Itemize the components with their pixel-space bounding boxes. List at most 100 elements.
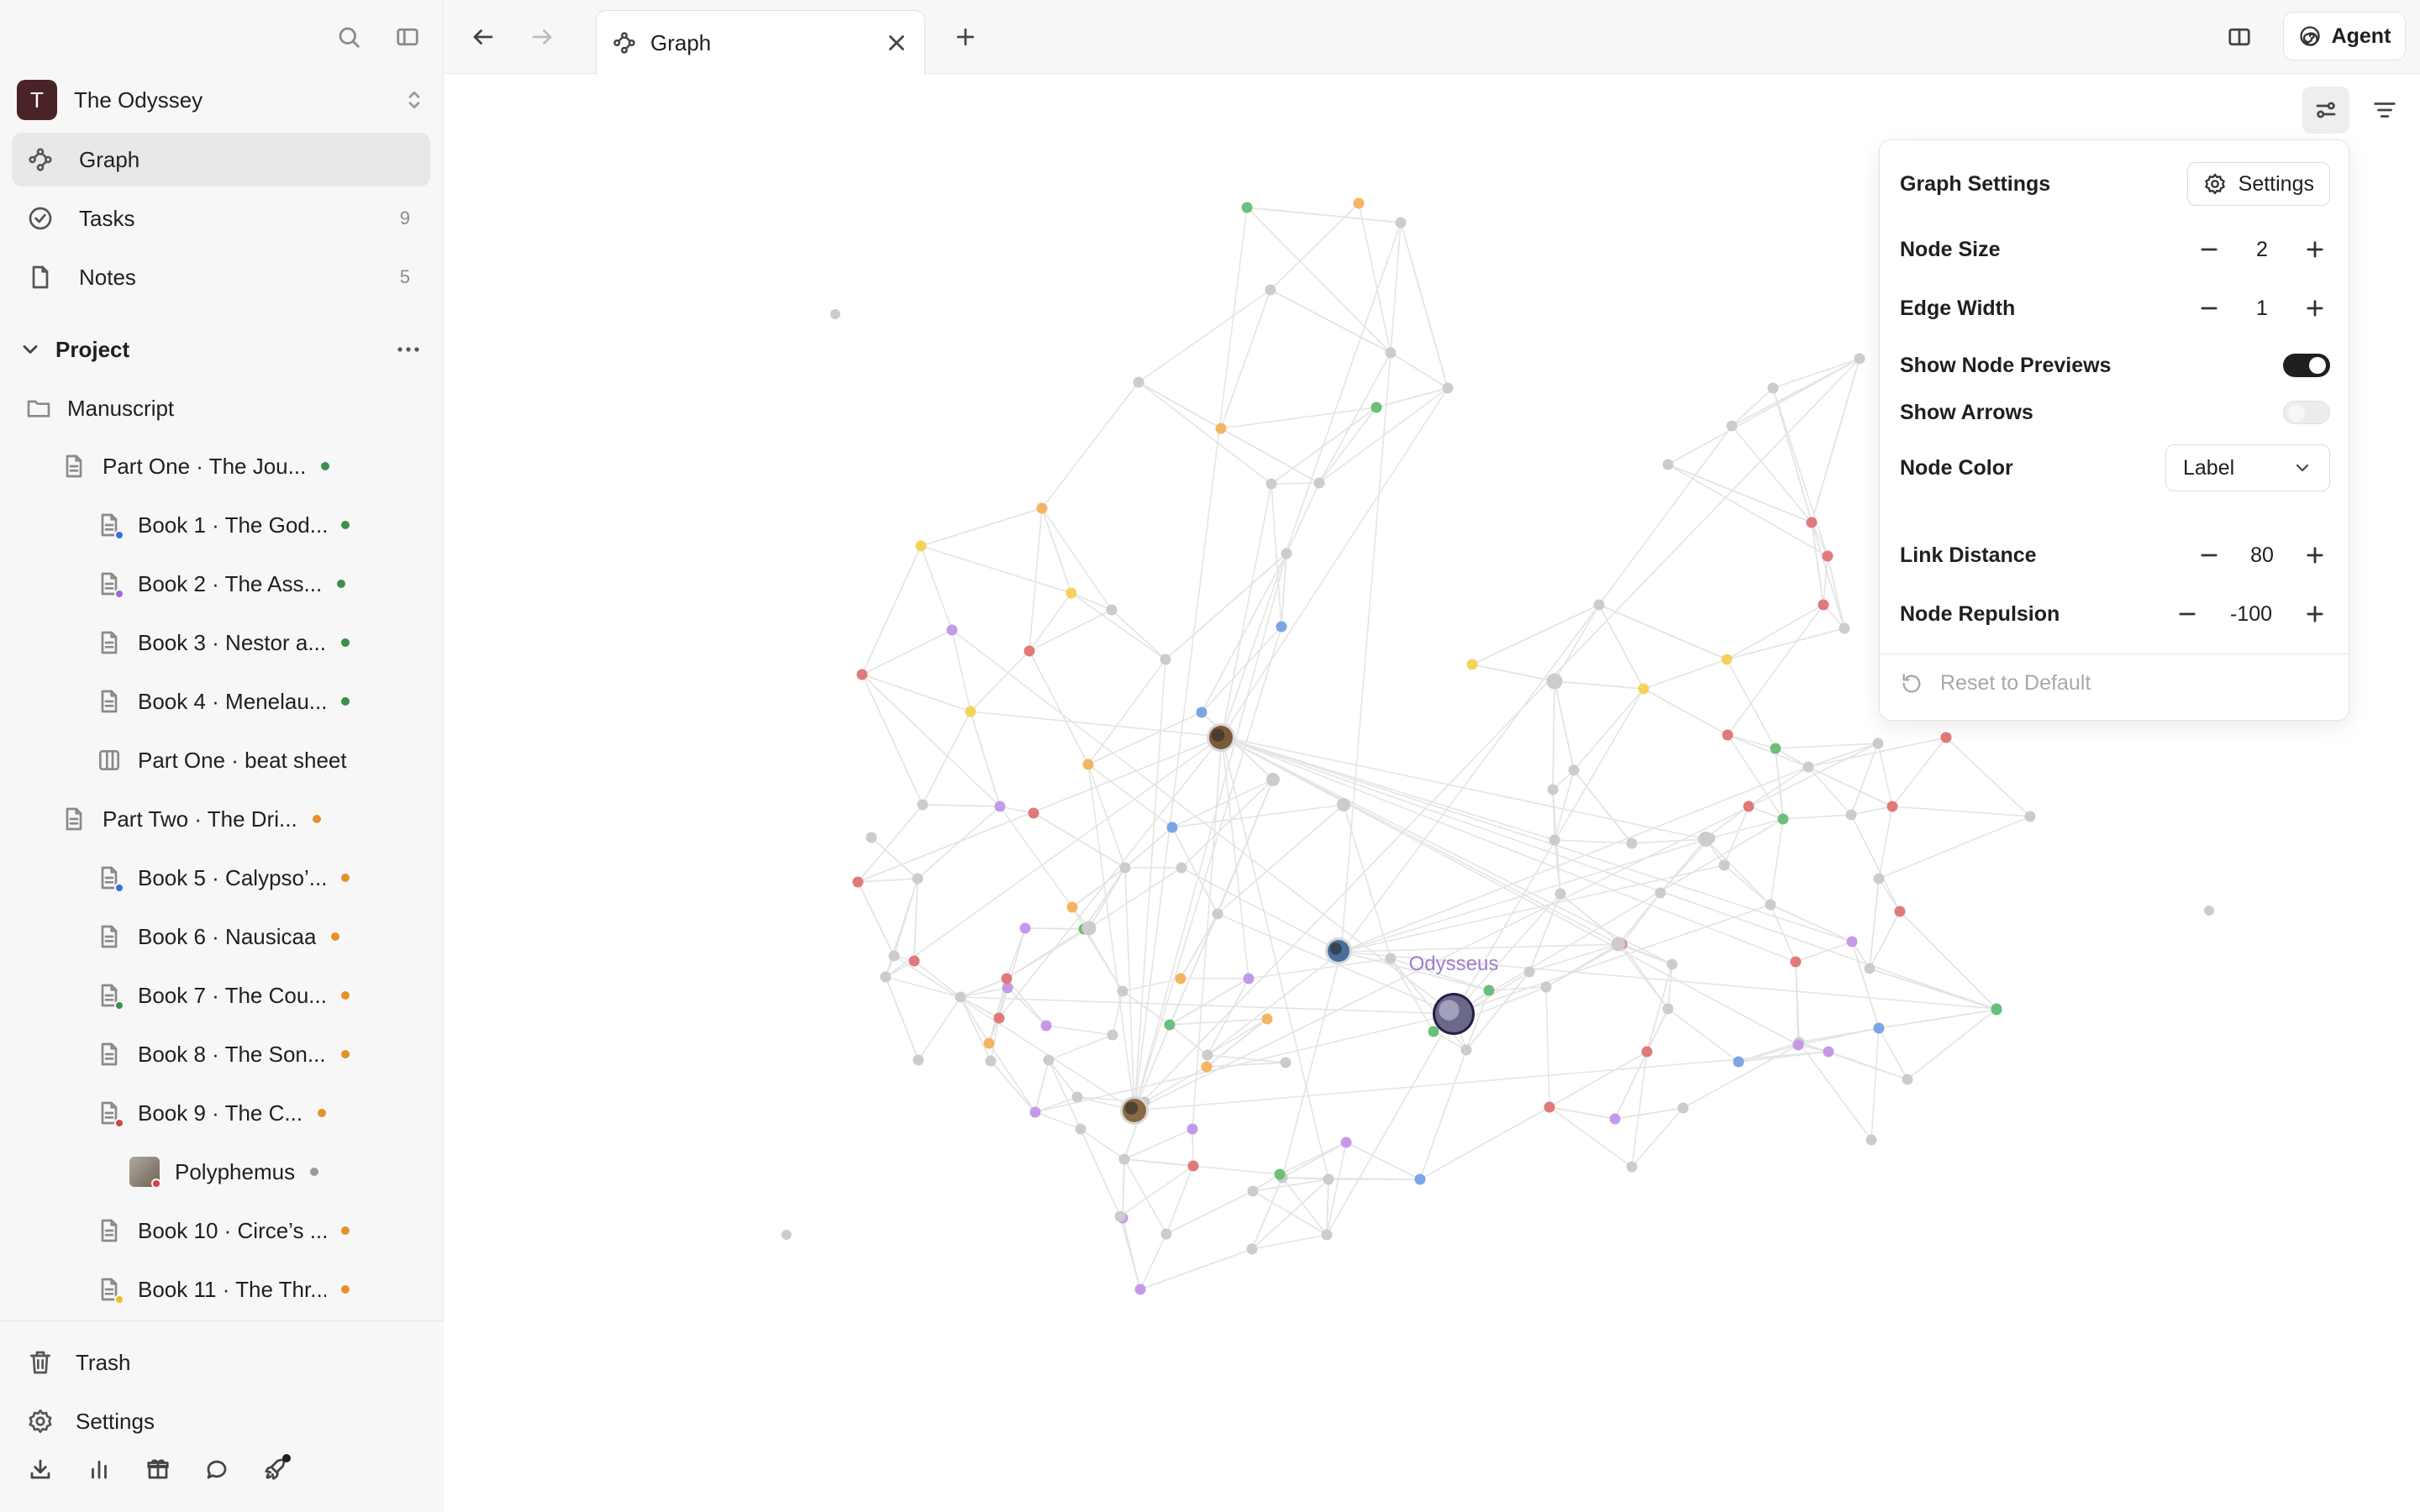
graph-node[interactable] [1001,973,1013,984]
graph-node[interactable] [1246,1243,1258,1255]
graph-node[interactable] [1274,1168,1286,1180]
tree-item[interactable]: Book 10 · Circe’s ... [96,1205,432,1256]
agent-button[interactable]: Agent [2283,12,2406,60]
graph-node[interactable] [1839,622,1850,634]
plus-icon[interactable] [2300,234,2330,265]
graph-node[interactable] [1442,382,1454,394]
graph-node[interactable] [1743,801,1754,812]
plus-icon[interactable] [2300,599,2330,629]
graph-node[interactable] [1107,1029,1118,1041]
graph-node[interactable] [1065,587,1077,599]
graph-node[interactable] [1568,764,1580,776]
graph-node[interactable] [1466,659,1478,670]
graph-node[interactable] [1340,1137,1352,1148]
graph-node[interactable] [1337,798,1350,811]
graph-node[interactable] [1176,862,1187,874]
graph-node[interactable] [1555,888,1566,900]
link-distance-value[interactable]: 80 [2224,543,2300,568]
sidebar-item-notes[interactable]: Notes 5 [12,250,430,304]
graph-node[interactable] [1641,1046,1653,1058]
minus-icon[interactable] [2172,599,2202,629]
graph-node[interactable] [2024,811,2036,822]
graph-node[interactable] [1721,654,1733,665]
graph-node[interactable] [1353,197,1365,209]
rocket-icon[interactable] [259,1452,292,1486]
graph-node[interactable] [888,950,900,962]
tree-item[interactable]: Book 3 · Nestor a... [96,617,432,668]
graph-node[interactable] [1265,284,1276,296]
tree-item[interactable]: Book 1 · The God... [96,500,432,550]
graph-node[interactable] [1187,1160,1199,1172]
graph-node[interactable] [1029,1106,1041,1118]
graph-node[interactable] [852,876,864,888]
graph-node[interactable] [1036,502,1048,514]
graph-node[interactable] [1823,1046,1834,1058]
graph-node[interactable] [1767,382,1779,394]
show-arrows-toggle[interactable] [2283,401,2330,424]
graph-node[interactable] [1212,908,1223,920]
graph-node[interactable] [1873,1022,1885,1034]
sidebar-toggle-icon[interactable] [391,20,424,54]
graph-node[interactable] [1241,202,1253,213]
graph-node[interactable] [1201,1061,1213,1073]
filter-icon[interactable] [2361,87,2408,134]
graph-node[interactable] [1666,958,1678,970]
graph-node[interactable] [830,309,840,319]
graph-node[interactable] [983,1037,995,1049]
graph-node[interactable] [1323,1173,1334,1185]
graph-node[interactable] [1854,353,1865,365]
minus-icon[interactable] [2194,293,2224,323]
graph-node[interactable] [1196,706,1207,718]
graph-node[interactable] [1726,420,1738,432]
graph-node[interactable] [1662,459,1674,470]
graph-node[interactable] [1166,822,1178,833]
graph-node[interactable] [1133,376,1144,388]
graph-node[interactable] [1765,899,1776,911]
graph-node[interactable] [1321,1229,1333,1241]
graph-node[interactable] [2204,906,2214,916]
graph-preview-node[interactable] [1120,1096,1149,1125]
graph-node[interactable] [993,1012,1005,1024]
download-icon[interactable] [24,1452,57,1486]
plus-icon[interactable] [2300,293,2330,323]
graph-node[interactable] [1002,982,1013,994]
graph-node[interactable] [1160,1228,1172,1240]
graph-node[interactable] [856,669,868,680]
graph-node[interactable] [1071,1091,1083,1103]
graph-node[interactable] [1202,1049,1213,1061]
node-size-value[interactable]: 2 [2224,238,2300,262]
graph-node[interactable] [913,1054,924,1066]
graph-node[interactable] [1175,973,1186,984]
show-node-previews-toggle[interactable] [2283,354,2330,377]
graph-node[interactable] [1549,834,1560,846]
graph-node[interactable] [946,624,958,636]
graph-node[interactable] [1082,759,1094,770]
graph-node[interactable] [1638,683,1649,695]
graph-node[interactable] [915,540,927,552]
graph-node[interactable] [1991,1004,2002,1016]
graph-node[interactable] [1846,936,1858,948]
odysseus-preview-node[interactable] [1433,993,1475,1035]
sidebar-item-tasks[interactable]: Tasks 9 [12,192,430,245]
graph-node[interactable] [955,991,966,1003]
graph-node[interactable] [1544,1101,1555,1113]
project-section-header[interactable]: Project [18,329,425,370]
graph-node[interactable] [1313,477,1325,489]
tree-item[interactable]: Part Two · The Dri... [60,794,430,844]
graph-preview-node[interactable] [1207,723,1235,752]
graph-settings-toggle-icon[interactable] [2302,87,2349,134]
open-settings-button[interactable]: Settings [2186,162,2330,206]
tree-item[interactable]: Book 11 · The Thr... [96,1264,432,1315]
tree-item[interactable]: Book 8 · The Son... [96,1029,432,1079]
graph-node[interactable] [1873,873,1885,885]
minus-icon[interactable] [2194,540,2224,570]
graph-node[interactable] [1523,966,1535,978]
tree-item[interactable]: Book 2 · The Ass... [96,559,432,609]
tree-item[interactable]: Manuscript [25,383,429,433]
new-tab-plus-icon[interactable] [949,20,982,54]
split-view-icon[interactable] [2223,20,2256,54]
graph-node[interactable] [1019,922,1031,934]
graph-node[interactable] [781,1230,792,1240]
graph-node[interactable] [1540,981,1552,993]
graph-node[interactable] [1265,478,1277,490]
